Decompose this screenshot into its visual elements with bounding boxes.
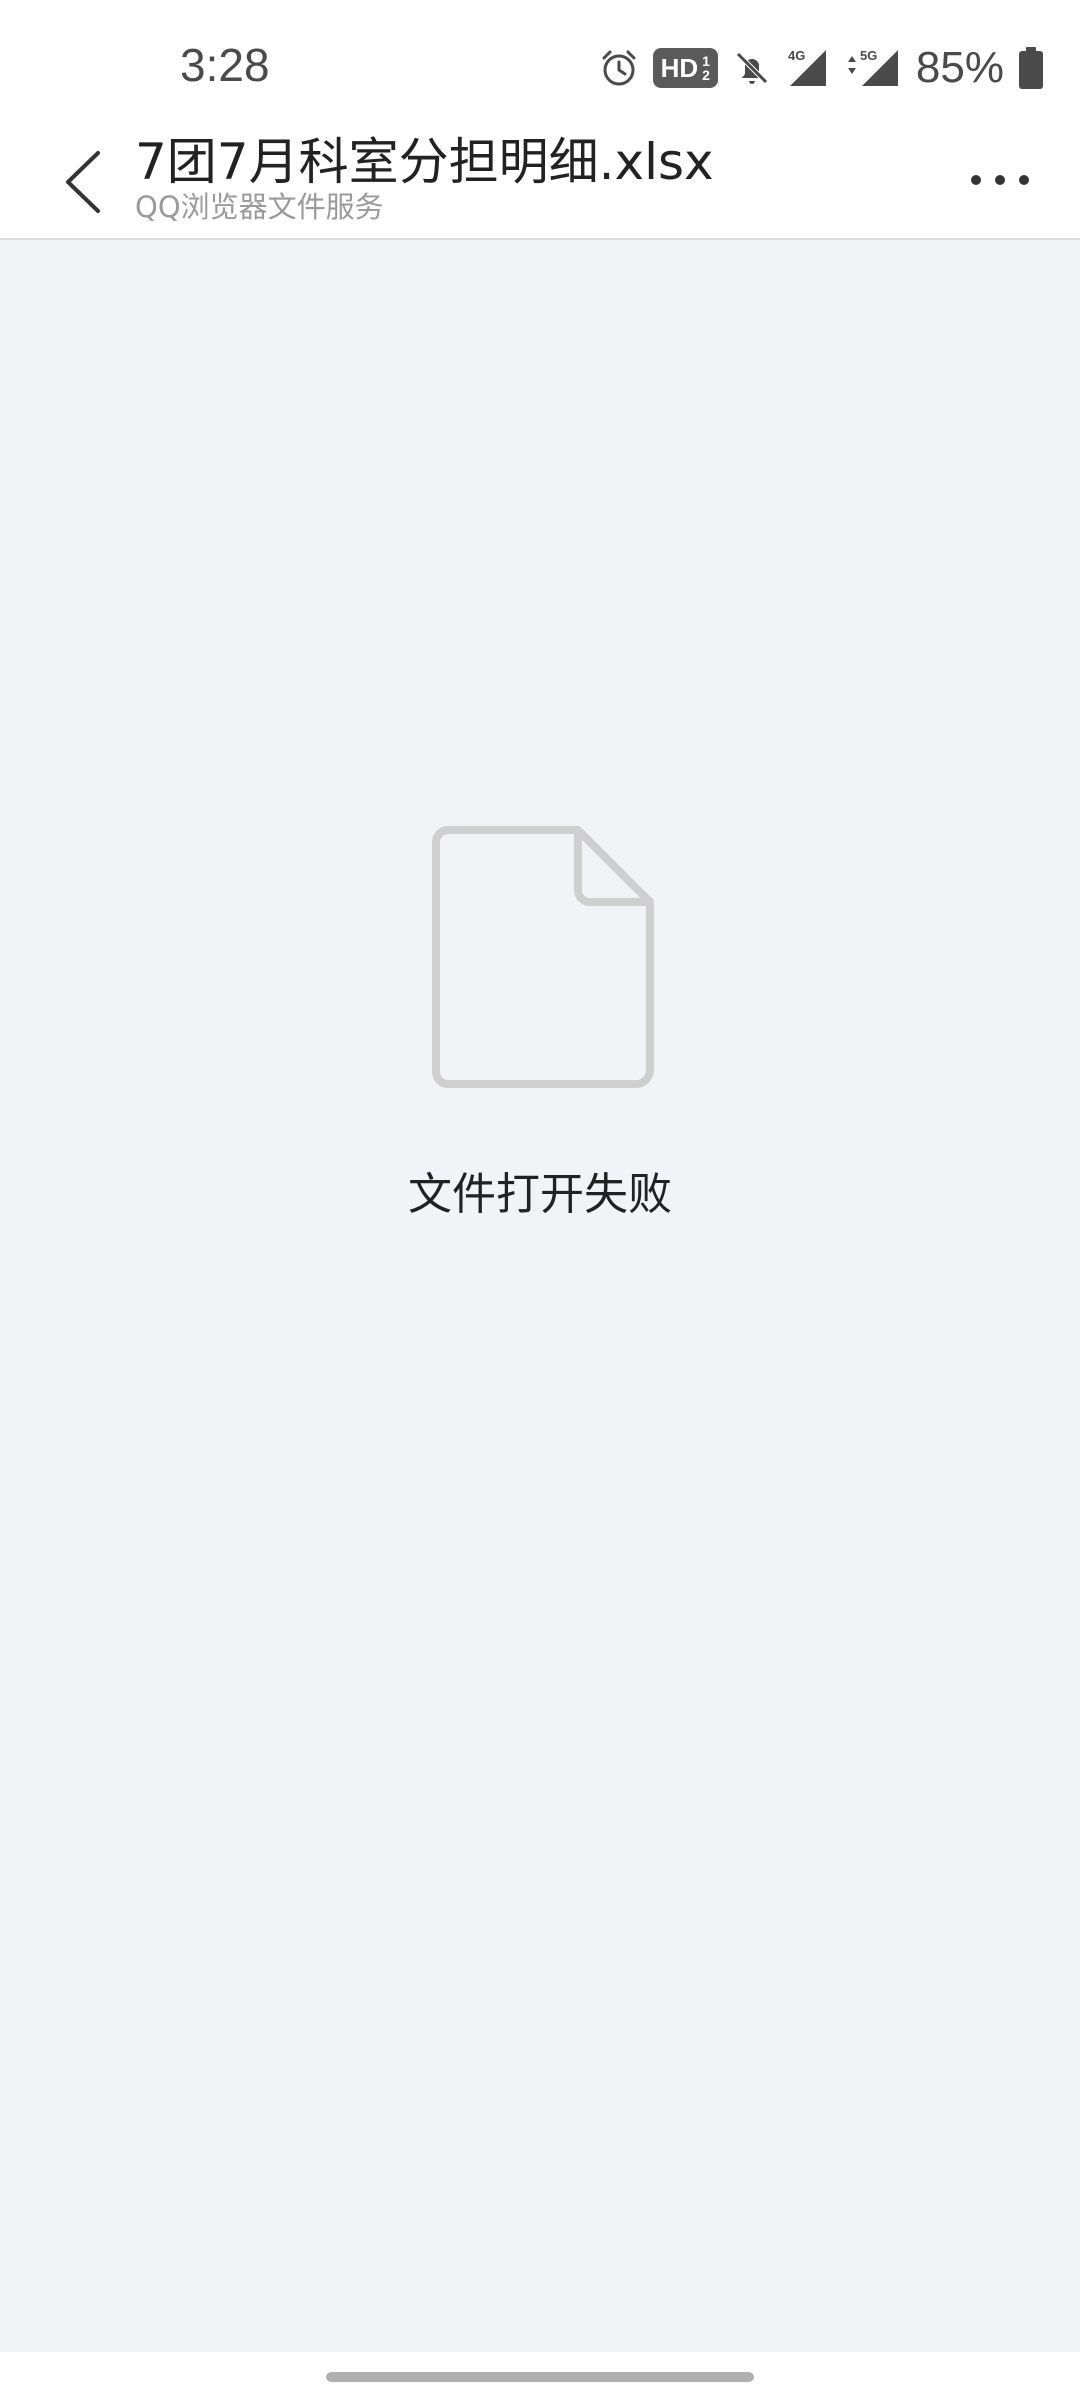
hd-voice-icon: HD 1 2 <box>652 48 718 88</box>
more-horizontal-icon <box>971 175 1029 185</box>
mute-bell-icon <box>732 48 772 88</box>
hd-numerator: 1 <box>702 53 710 69</box>
battery-percentage: 85% <box>915 43 1004 92</box>
svg-text:4G: 4G <box>788 48 805 63</box>
file-viewer-area <box>0 240 1080 2350</box>
document-icon <box>432 826 656 1090</box>
signal-4g-icon: 4G <box>786 46 830 90</box>
file-open-error-message: 文件打开失败 <box>408 1169 672 1220</box>
chevron-left-icon <box>66 151 100 213</box>
alarm-icon <box>599 48 639 88</box>
app-header: 7团7月科室分担明细.xlsx QQ浏览器文件服务 <box>0 120 1080 240</box>
battery-icon <box>1018 47 1044 89</box>
more-options-button[interactable] <box>960 150 1040 210</box>
file-source-subtitle: QQ浏览器文件服务 <box>135 190 384 224</box>
status-icons: HD 1 2 4G 5G 85% <box>599 40 1044 96</box>
status-bar: 3:28 HD 1 2 4G 5G 85% <box>0 0 1080 120</box>
hd-fraction: 1 2 <box>702 54 710 82</box>
status-time: 3:28 <box>180 39 270 91</box>
hd-denominator: 2 <box>702 67 710 83</box>
svg-text:5G: 5G <box>860 48 877 63</box>
signal-5g-icon: 5G <box>844 46 902 90</box>
hd-label: HD <box>660 52 699 83</box>
home-indicator[interactable] <box>326 2372 754 2382</box>
back-button[interactable] <box>48 132 118 232</box>
